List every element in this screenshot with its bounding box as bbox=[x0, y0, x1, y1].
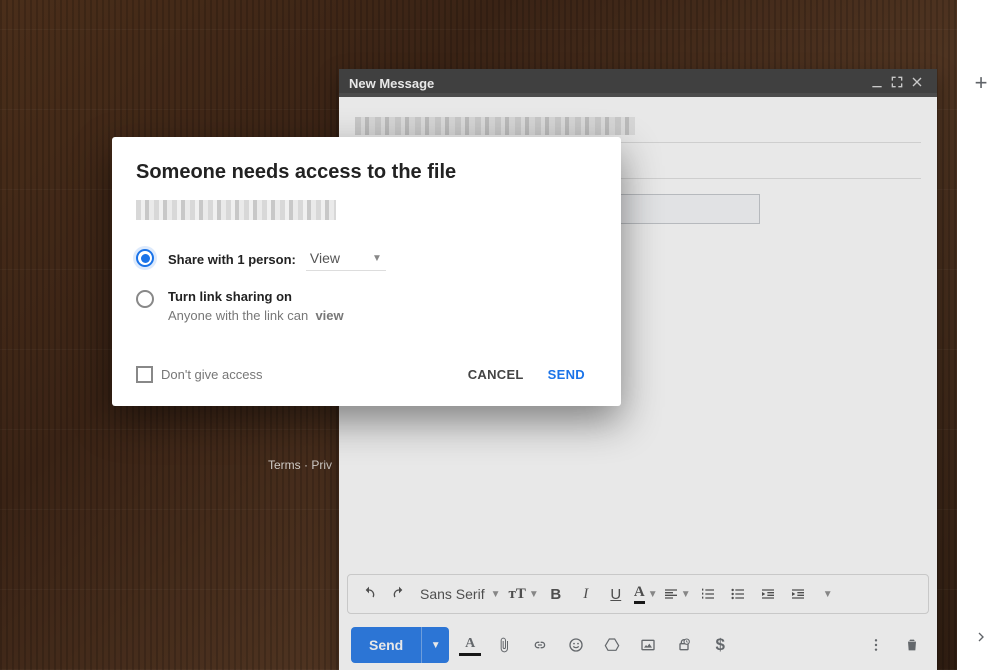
expand-icon[interactable] bbox=[887, 74, 907, 93]
compose-header: New Message bbox=[339, 69, 937, 97]
recipient-redacted bbox=[355, 117, 635, 135]
permission-value: View bbox=[310, 250, 340, 266]
link-sharing-option[interactable]: Turn link sharing on Anyone with the lin… bbox=[136, 289, 597, 323]
compose-title: New Message bbox=[349, 76, 867, 91]
share-with-person-option[interactable]: Share with 1 person: View ▼ bbox=[136, 248, 597, 271]
add-addon-button[interactable]: + bbox=[975, 70, 988, 96]
font-size-button[interactable]: тT▼ bbox=[509, 581, 539, 607]
checkbox-icon[interactable] bbox=[136, 366, 153, 383]
insert-photo-button[interactable] bbox=[635, 632, 661, 658]
font-name-label: Sans Serif bbox=[420, 586, 485, 602]
font-family-select[interactable]: Sans Serif ▼ bbox=[416, 586, 505, 602]
privacy-link[interactable]: Priv bbox=[311, 458, 332, 472]
share-person-label: Share with 1 person: bbox=[168, 252, 296, 267]
dialog-footer: Don't give access CANCEL SEND bbox=[136, 359, 597, 390]
minimize-icon[interactable] bbox=[867, 74, 887, 93]
discard-draft-button[interactable] bbox=[899, 632, 925, 658]
dont-give-access-label: Don't give access bbox=[161, 367, 262, 382]
dialog-user-redacted bbox=[136, 200, 336, 220]
chevron-down-icon: ▼ bbox=[491, 589, 501, 600]
link-sharing-sub-perm: view bbox=[315, 308, 343, 323]
text-format-button[interactable]: A bbox=[459, 634, 481, 656]
send-button-label: Send bbox=[351, 637, 421, 653]
link-sharing-label: Turn link sharing on bbox=[168, 289, 344, 304]
radio-share-person-icon[interactable] bbox=[136, 249, 154, 267]
undo-button[interactable] bbox=[356, 581, 382, 607]
link-sharing-sub-prefix: Anyone with the link can bbox=[168, 308, 308, 323]
formatting-toolbar: Sans Serif ▼ тT▼ B I U A▼ ▼ ▼ bbox=[347, 574, 929, 614]
attach-file-button[interactable] bbox=[491, 632, 517, 658]
numbered-list-button[interactable] bbox=[695, 581, 721, 607]
more-options-button[interactable] bbox=[863, 632, 889, 658]
insert-drive-button[interactable] bbox=[599, 632, 625, 658]
align-button[interactable]: ▼ bbox=[663, 581, 691, 607]
dialog-send-button[interactable]: SEND bbox=[536, 359, 597, 390]
footer-separator: · bbox=[304, 458, 308, 472]
indent-more-button[interactable] bbox=[785, 581, 811, 607]
redo-button[interactable] bbox=[386, 581, 412, 607]
footer-links: Terms · Priv bbox=[268, 458, 332, 472]
permission-select[interactable]: View ▼ bbox=[306, 248, 386, 271]
more-formatting-button[interactable]: ▼ bbox=[815, 581, 841, 607]
send-row: Send ▼ A $ bbox=[339, 620, 937, 670]
indent-less-button[interactable] bbox=[755, 581, 781, 607]
dialog-title: Someone needs access to the file bbox=[136, 161, 597, 184]
bold-button[interactable]: B bbox=[543, 581, 569, 607]
insert-money-button[interactable]: $ bbox=[707, 632, 733, 658]
close-icon[interactable] bbox=[907, 74, 927, 93]
insert-link-button[interactable] bbox=[527, 632, 553, 658]
radio-link-sharing-icon[interactable] bbox=[136, 290, 154, 308]
chevron-down-icon: ▼ bbox=[372, 253, 382, 264]
share-access-dialog: Someone needs access to the file Share w… bbox=[112, 137, 621, 406]
right-sidebar: + bbox=[957, 0, 1005, 670]
insert-emoji-button[interactable] bbox=[563, 632, 589, 658]
dont-give-access-checkbox[interactable]: Don't give access bbox=[136, 366, 262, 383]
collapse-sidebar-button[interactable] bbox=[973, 629, 989, 650]
text-color-button[interactable]: A▼ bbox=[633, 581, 659, 607]
terms-link[interactable]: Terms bbox=[268, 458, 301, 472]
underline-button[interactable]: U bbox=[603, 581, 629, 607]
send-more-button[interactable]: ▼ bbox=[421, 627, 449, 663]
italic-button[interactable]: I bbox=[573, 581, 599, 607]
confidential-mode-button[interactable] bbox=[671, 632, 697, 658]
bullet-list-button[interactable] bbox=[725, 581, 751, 607]
send-button[interactable]: Send ▼ bbox=[351, 627, 449, 663]
cancel-button[interactable]: CANCEL bbox=[456, 359, 536, 390]
